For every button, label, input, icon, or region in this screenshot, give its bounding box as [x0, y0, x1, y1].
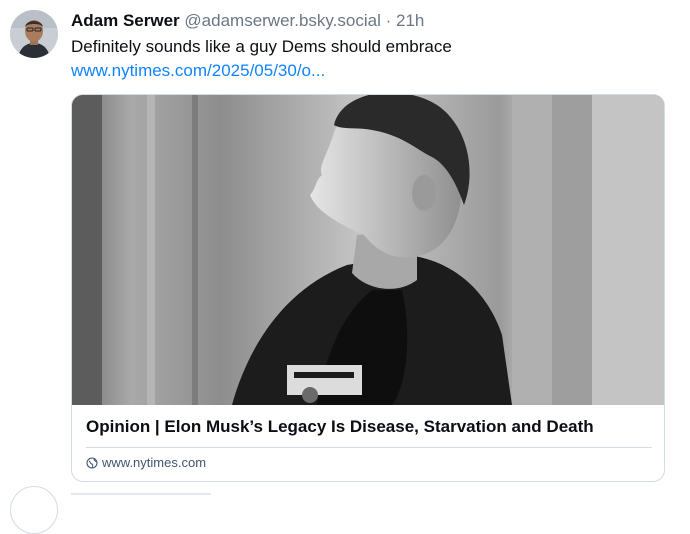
author-name[interactable]: Adam Serwer — [71, 11, 180, 30]
link-card-domain: www.nytimes.com — [86, 455, 206, 471]
post-link[interactable]: www.nytimes.com/2025/05/30/o... — [71, 61, 325, 81]
next-post-placeholder — [71, 493, 211, 495]
link-card-domain-text: www.nytimes.com — [102, 455, 207, 470]
link-card-image — [72, 95, 664, 405]
link-card-title: Opinion | Elon Musk’s Legacy Is Disease,… — [86, 417, 594, 436]
post-header: Adam Serwer @adamserwer.bsky.social · 21… — [71, 11, 424, 31]
link-card[interactable]: Opinion | Elon Musk’s Legacy Is Disease,… — [71, 94, 665, 482]
post: Adam Serwer @adamserwer.bsky.social · 21… — [0, 0, 690, 534]
globe-icon — [86, 457, 98, 469]
header-separator: · — [385, 11, 392, 30]
next-post-avatar[interactable] — [10, 486, 58, 534]
author-avatar[interactable] — [10, 10, 58, 58]
post-text: Definitely sounds like a guy Dems should… — [71, 37, 452, 56]
author-handle[interactable]: @adamserwer.bsky.social — [184, 11, 380, 30]
link-card-divider — [86, 447, 652, 448]
post-timestamp[interactable]: 21h — [396, 11, 424, 30]
